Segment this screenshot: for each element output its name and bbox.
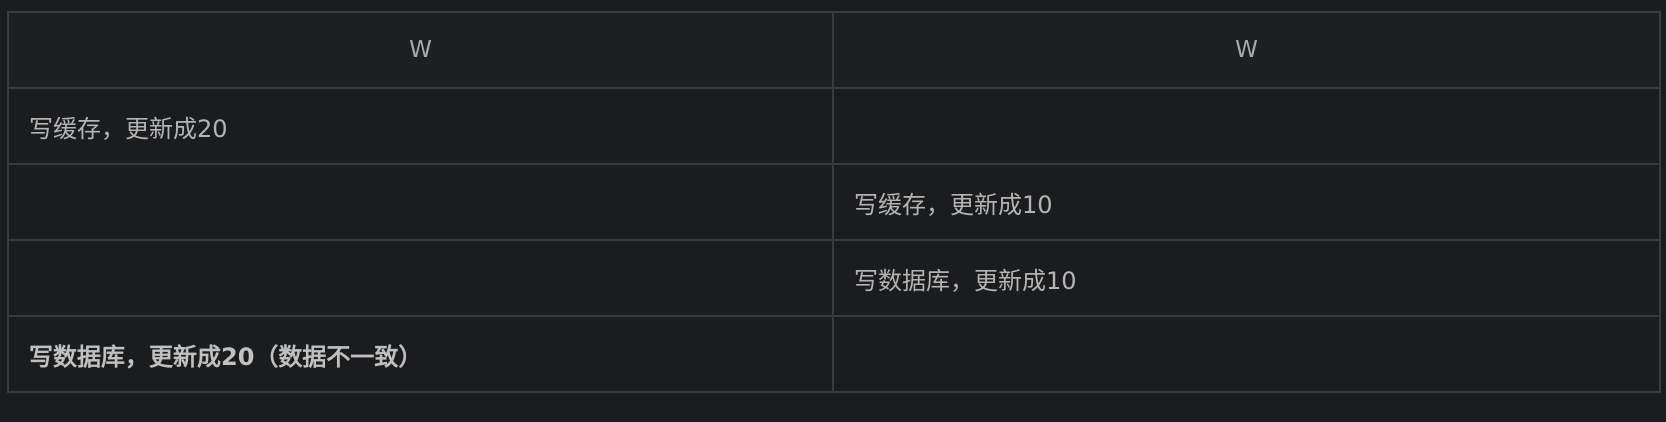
table-row: 写缓存，更新成20	[7, 87, 1661, 165]
table-cell: 写缓存，更新成20	[7, 87, 834, 165]
table-cell-inconsistent: 写数据库，更新成20（数据不一致）	[7, 315, 834, 393]
table-cell	[832, 87, 1661, 165]
table-row: 写数据库，更新成10	[7, 239, 1661, 317]
concurrency-sequence-table: W W 写缓存，更新成20 写缓存，更新成10 写数据库，更新成10 写数据库，…	[7, 11, 1661, 393]
table-cell: 写数据库，更新成10	[832, 239, 1661, 317]
table-cell	[7, 239, 834, 317]
column-header-writer-1: W	[7, 11, 834, 89]
table-cell	[7, 163, 834, 241]
table-cell	[832, 315, 1661, 393]
sequence-table-container: W W 写缓存，更新成20 写缓存，更新成10 写数据库，更新成10 写数据库，…	[7, 11, 1661, 393]
table-cell: 写缓存，更新成10	[832, 163, 1661, 241]
table-row: 写数据库，更新成20（数据不一致）	[7, 315, 1661, 393]
table-row: 写缓存，更新成10	[7, 163, 1661, 241]
table-header-row: W W	[7, 11, 1661, 89]
column-header-writer-2: W	[832, 11, 1661, 89]
